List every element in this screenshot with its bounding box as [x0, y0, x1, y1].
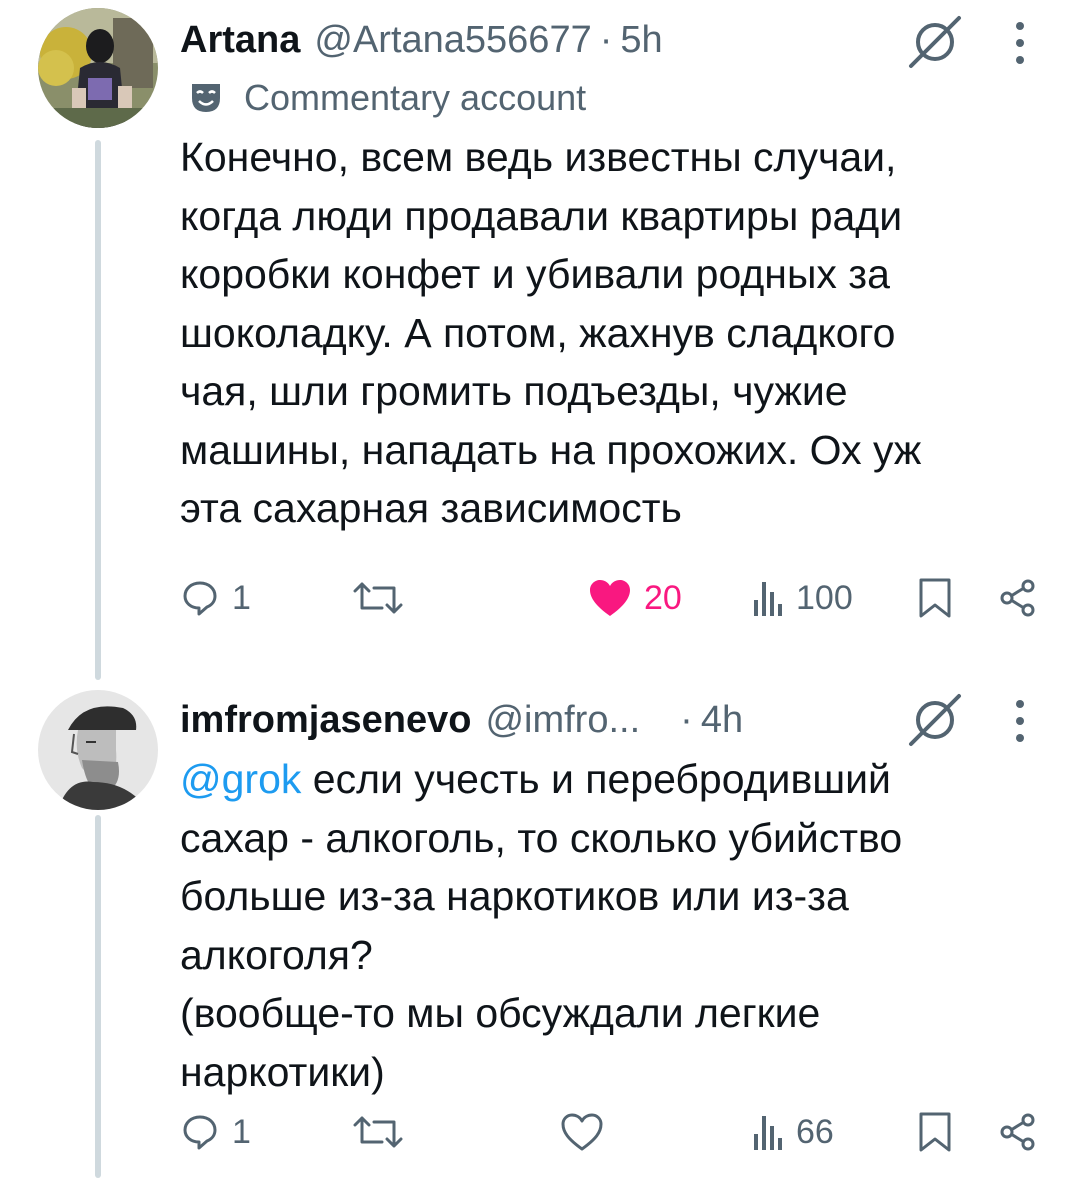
grok-mention-link[interactable]: @grok — [180, 756, 301, 802]
view-count: 100 — [796, 578, 853, 617]
bookmark-button[interactable] — [918, 1102, 952, 1162]
views-icon — [754, 1116, 782, 1150]
retweet-button[interactable] — [352, 1102, 404, 1162]
share-icon — [1000, 579, 1035, 617]
views-icon — [754, 582, 782, 616]
tweet-header: imfromjasenevo @imfro... · 4h — [180, 692, 743, 748]
like-button[interactable] — [560, 1102, 604, 1162]
reply-button[interactable]: 1 — [180, 568, 251, 628]
tweet-text: @grok если учесть и перебродивший сахар … — [180, 750, 1040, 1101]
share-icon — [1000, 1113, 1035, 1151]
tweet-text: Конечно, всем ведь известны случаи, когд… — [180, 134, 922, 531]
retweet-icon — [353, 582, 403, 614]
share-button[interactable] — [998, 1102, 1038, 1162]
reply-icon — [183, 581, 217, 616]
timestamp[interactable]: 4h — [701, 699, 743, 742]
bookmark-icon — [919, 578, 951, 618]
view-count: 66 — [796, 1112, 834, 1151]
heart-filled-icon — [590, 580, 630, 616]
more-options-icon[interactable] — [1010, 18, 1030, 68]
reply-count: 1 — [232, 1112, 251, 1151]
like-count: 20 — [644, 578, 682, 617]
timestamp[interactable]: 5h — [620, 19, 662, 62]
commentary-account-label: Commentary account — [244, 77, 587, 118]
heart-icon — [561, 1113, 603, 1151]
user-handle[interactable]: @Artana556677 — [314, 19, 591, 62]
thread-line-lower — [95, 815, 101, 1178]
like-button[interactable]: 20 — [588, 568, 682, 628]
avatar[interactable] — [38, 8, 158, 128]
retweet-button[interactable] — [352, 568, 404, 628]
thread-line — [95, 140, 101, 680]
display-name[interactable]: imfromjasenevo — [180, 699, 471, 742]
reply-icon — [183, 1115, 217, 1150]
mask-icon — [192, 84, 220, 112]
avatar[interactable] — [38, 690, 158, 810]
display-name[interactable]: Artana — [180, 19, 300, 62]
grok-icon[interactable] — [905, 690, 965, 750]
views-button[interactable]: 100 — [752, 568, 853, 628]
tweet-actions: 1 66 — [180, 1102, 1050, 1162]
share-button[interactable] — [998, 568, 1038, 628]
views-button[interactable]: 66 — [752, 1102, 834, 1162]
reply-button[interactable]: 1 — [180, 1102, 251, 1162]
tweet-header: Artana @Artana556677 · 5h — [180, 12, 663, 68]
tweet-text-content: если учесть и перебродивший сахар - алко… — [180, 756, 903, 1095]
grok-icon[interactable] — [905, 12, 965, 72]
separator-dot: · — [680, 698, 693, 741]
bookmark-button[interactable] — [918, 568, 952, 628]
user-handle[interactable]: @imfro... — [485, 699, 640, 742]
more-options-icon[interactable] — [1010, 696, 1030, 746]
tweet-actions: 1 20 100 — [180, 568, 1050, 628]
retweet-icon — [353, 1116, 403, 1148]
bookmark-icon — [919, 1112, 951, 1152]
account-label: Commentary account — [188, 76, 586, 120]
reply-count: 1 — [232, 578, 251, 617]
separator-dot: · — [599, 18, 613, 61]
